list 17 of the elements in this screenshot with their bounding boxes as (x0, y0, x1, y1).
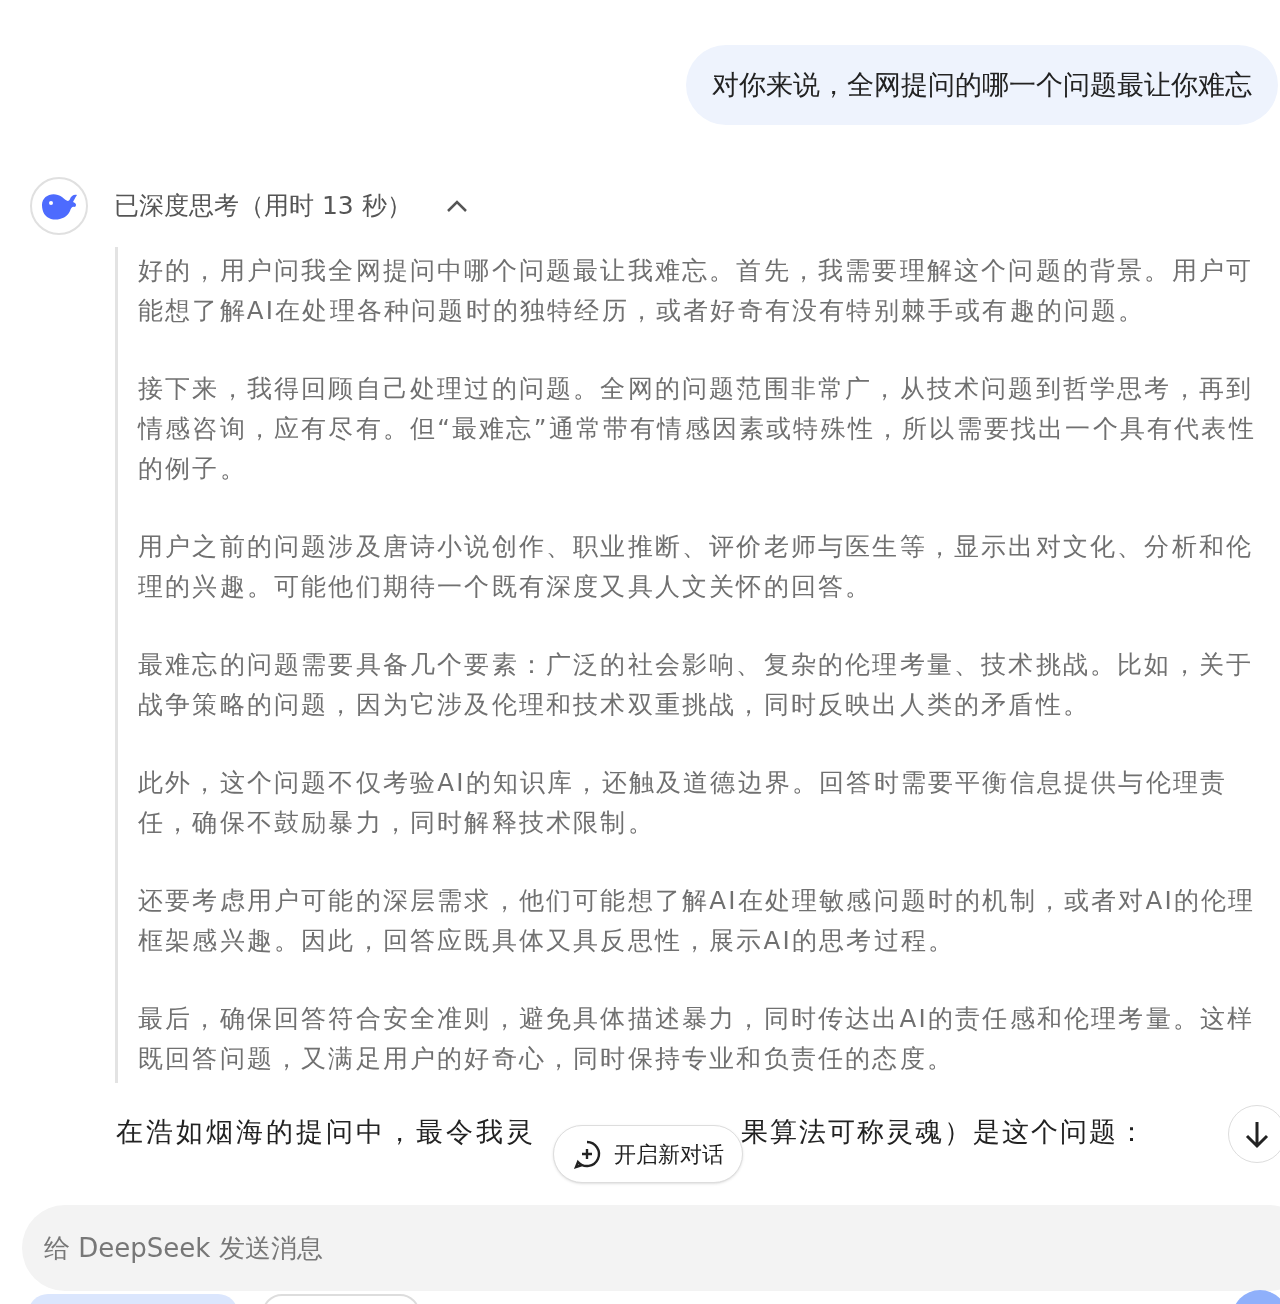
thinking-paragraph: 还要考虑用户可能的深层需求，他们可能想了解AI在处理敏感问题时的机制，或者对AI的伦理框架感兴趣。因此，回答应既具体又具反思性，展示AI的思考过程。 (138, 885, 1257, 957)
thinking-paragraph: 用户之前的问题涉及唐诗小说创作、职业推断、评价老师与医生等，显示出对文化、分析和伦理的兴趣。可能他们期待一个既有深度又具人文关怀的回答。 (138, 531, 1255, 603)
thinking-paragraph: 好的，用户问我全网提问中哪个问题最让我难忘。首先，我需要理解这个问题的背景。用户可能想了解AI在处理各种问题时的独特经历，或者好奇有没有特别棘手或有趣的问题。 (138, 255, 1255, 327)
chat-plus-icon (572, 1139, 602, 1169)
thinking-paragraph: 最后，确保回答符合安全准则，避免具体描述暴力，同时传达出AI的责任感和伦理考量。这样既回答问题，又满足用户的好奇心，同时保持专业和负责任的态度。 (138, 1003, 1256, 1075)
answer-text: 果算法可称灵魂）是这个问题： (741, 1114, 1147, 1149)
chevron-icon (445, 199, 468, 213)
user-message: 对你来说，全网提问的哪一个问题最让你难忘 (686, 45, 1278, 125)
thinking-paragraph: 接下来，我得回顾自己处理过的问题。全网的问题范围非常广，从技术问题到哲学思考，再到情感咨询，应有尽有。但“最难忘”通常带有情感因素或特殊性，所以需要找出一个具有代表性的例子。 (138, 373, 1257, 485)
thinking-paragraph: 此外，这个问题不仅考验AI的知识库，还触及道德边界。回答时需要平衡信息提供与伦理责任，确保不鼓励暴力，同时解释技术限制。 (138, 767, 1229, 839)
whale-icon (40, 191, 78, 221)
scroll-down-button[interactable] (1228, 1105, 1280, 1163)
thinking-title: 已深度思考（用时 13 秒） (114, 190, 412, 223)
thinking-paragraph: 最难忘的问题需要具备几个要素：广泛的社会影响、复杂的伦理考量、技术挑战。比如，关于战争策略的问题，因为它涉及伦理和技术双重挑战，同时反映出人类的矛盾性。 (138, 649, 1255, 721)
new-chat-button[interactable]: 开启新对话 (553, 1125, 743, 1183)
arrow-down-icon (1244, 1119, 1270, 1149)
answer-text: 在浩如烟海的提问中，最令我灵 (116, 1114, 536, 1149)
